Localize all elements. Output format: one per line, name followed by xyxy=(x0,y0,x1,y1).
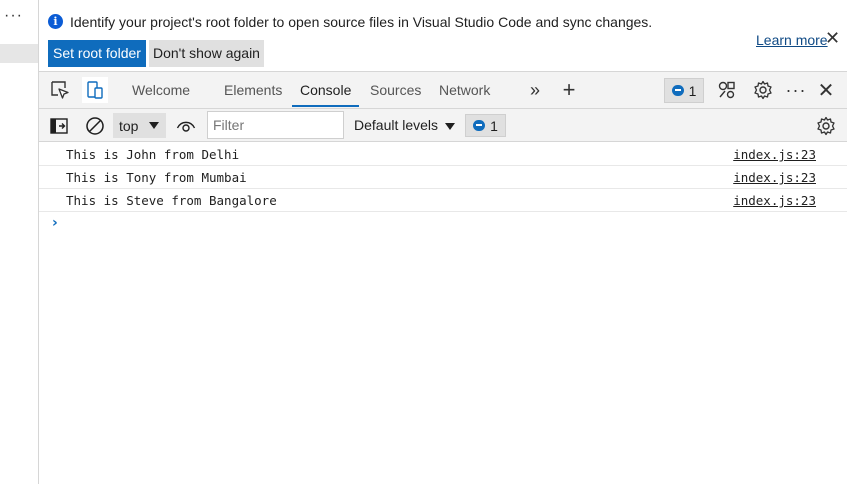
main-toolbar: Welcome Elements Console Sources Network… xyxy=(39,72,847,109)
filter-input[interactable] xyxy=(207,111,344,139)
learn-more-link[interactable]: Learn more xyxy=(756,32,828,48)
live-expression-eye-icon[interactable] xyxy=(172,109,200,142)
console-message-text: This is John from Delhi xyxy=(66,147,240,162)
source-link[interactable]: index.js:23 xyxy=(733,147,816,162)
settings-gear-icon[interactable] xyxy=(751,72,775,108)
clear-console-icon[interactable] xyxy=(83,109,107,142)
dropdown-arrow-icon xyxy=(445,122,456,130)
console-message: This is Tony from Mumbai index.js:23 xyxy=(39,166,847,189)
console-message-text: This is Steve from Bangalore xyxy=(66,193,277,208)
log-levels-label: Default levels xyxy=(354,117,439,133)
tab-elements[interactable]: Elements xyxy=(224,72,282,108)
log-levels-dropdown[interactable]: Default levels xyxy=(354,109,456,142)
tab-network[interactable]: Network xyxy=(439,72,490,108)
issues-count: 1 xyxy=(688,82,697,99)
info-icon: i xyxy=(48,14,63,29)
console-settings-gear-icon[interactable] xyxy=(814,109,838,142)
customize-icon[interactable] xyxy=(715,72,739,108)
inspect-element-icon[interactable] xyxy=(47,72,73,108)
source-link[interactable]: index.js:23 xyxy=(733,170,816,185)
device-emulation-icon[interactable] xyxy=(81,72,109,108)
more-options-icon[interactable]: ··· xyxy=(4,8,23,24)
issues-badge[interactable]: 1 xyxy=(664,78,704,103)
show-sidebar-icon[interactable] xyxy=(48,109,70,142)
root-folder-infobar: i Identify your project's root folder to… xyxy=(39,0,847,72)
source-link[interactable]: index.js:23 xyxy=(733,193,816,208)
more-tabs-icon[interactable]: » xyxy=(526,72,544,108)
page-edge-panel: ··· xyxy=(0,0,39,484)
devtools-panel: i Identify your project's root folder to… xyxy=(39,0,847,484)
close-devtools-icon[interactable]: ✕ xyxy=(815,72,837,108)
console-toolbar: top Default levels 1 xyxy=(39,109,847,142)
tab-console[interactable]: Console xyxy=(292,72,360,107)
context-value: top xyxy=(119,117,139,134)
console-message-text: This is Tony from Mumbai xyxy=(66,170,247,185)
infobar-message: Identify your project's root folder to o… xyxy=(70,14,653,30)
more-options-icon[interactable]: ··· xyxy=(784,72,808,108)
console-message: This is John from Delhi index.js:23 xyxy=(39,143,847,166)
context-selector[interactable]: top xyxy=(113,113,166,138)
prompt-chevron-icon: › xyxy=(52,215,58,231)
console-message: This is Steve from Bangalore index.js:23 xyxy=(39,189,847,212)
console-issues-count: 1 xyxy=(490,117,498,134)
tab-welcome[interactable]: Welcome xyxy=(132,72,190,108)
console-output: This is John from Delhi index.js:23 This… xyxy=(39,143,847,234)
message-icon xyxy=(473,120,486,131)
set-root-folder-button[interactable]: Set root folder xyxy=(48,40,146,67)
tab-sources[interactable]: Sources xyxy=(370,72,421,108)
message-icon xyxy=(671,85,684,96)
close-infobar-icon[interactable]: ✕ xyxy=(825,28,840,48)
dont-show-again-button[interactable]: Don't show again xyxy=(149,40,264,67)
console-issues-badge[interactable]: 1 xyxy=(465,114,506,137)
selected-row[interactable] xyxy=(0,44,38,63)
add-tool-icon[interactable]: + xyxy=(558,72,580,108)
dropdown-arrow-icon xyxy=(149,122,159,129)
console-prompt[interactable]: › xyxy=(39,212,847,234)
